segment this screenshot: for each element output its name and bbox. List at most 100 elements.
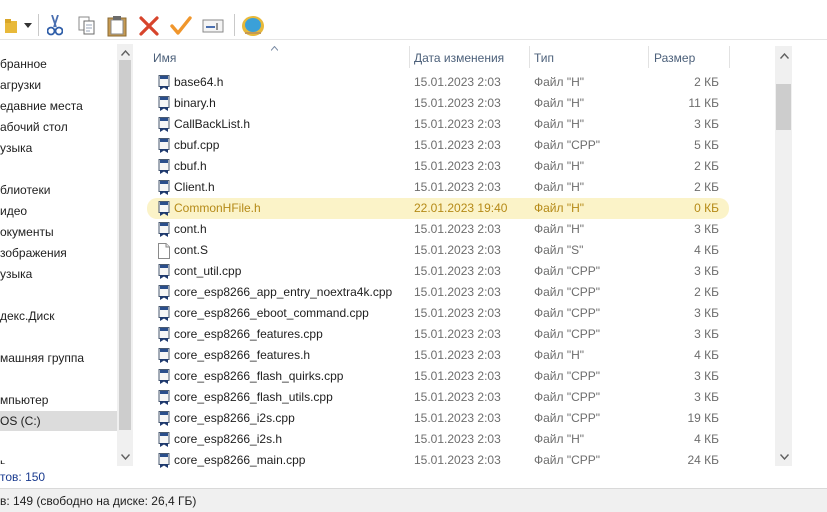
file-type: Файл "H"	[534, 201, 585, 215]
file-size: 2 КБ	[694, 180, 719, 194]
nav-scroll-down-icon[interactable]	[117, 449, 133, 465]
file-date: 22.01.2023 19:40	[414, 201, 508, 215]
nav-item-yandex-disk[interactable]: декс.Диск	[0, 306, 54, 326]
column-separator[interactable]	[409, 46, 410, 68]
file-row[interactable]: CallBackList.h 15.01.2023 2:03 Файл "H" 3 К…	[133, 114, 773, 135]
file-row[interactable]: core_esp8266_flash_quirks.cpp 15.01.2023 …	[133, 366, 773, 387]
source-file-icon	[157, 180, 171, 196]
list-scrollbar-thumb[interactable]	[776, 84, 791, 130]
rename-icon[interactable]	[200, 12, 226, 40]
file-type: Файл "H"	[534, 96, 585, 110]
file-size: 2 КБ	[694, 285, 719, 299]
source-file-icon	[157, 201, 171, 217]
file-date: 15.01.2023 2:03	[414, 159, 501, 173]
file-row[interactable]: core_esp8266_app_entry_noextra4k.cpp 15.0…	[133, 282, 773, 303]
file-row[interactable]: core_esp8266_i2s.cpp 15.01.2023 2:03 Файл …	[133, 408, 773, 429]
file-type: Файл "CPP"	[534, 138, 601, 152]
file-row[interactable]: core_esp8266_main.cpp 15.01.2023 2:03 Файл…	[133, 450, 773, 468]
file-row[interactable]: Client.h 15.01.2023 2:03 Файл "H" 2 КБ	[133, 177, 773, 198]
file-row[interactable]: cbuf.h 15.01.2023 2:03 Файл "H" 2 КБ	[133, 156, 773, 177]
file-type: Файл "CPP"	[534, 411, 601, 425]
file-row[interactable]: core_esp8266_features.h 15.01.2023 2:03 Фа…	[133, 345, 773, 366]
check-icon[interactable]	[168, 12, 194, 40]
column-header-size[interactable]: Размер	[654, 44, 695, 69]
source-file-icon	[157, 75, 171, 91]
file-type: Файл "H"	[534, 222, 585, 236]
source-file-icon	[157, 348, 171, 364]
file-date: 15.01.2023 2:03	[414, 285, 501, 299]
nav-item-network[interactable]: ь	[0, 453, 6, 464]
file-row[interactable]: core_esp8266_features.cpp 15.01.2023 2:03…	[133, 324, 773, 345]
file-size: 19 КБ	[687, 411, 719, 425]
file-size: 3 КБ	[694, 327, 719, 341]
source-file-icon	[157, 96, 171, 112]
list-scroll-up-icon[interactable]	[776, 48, 792, 64]
file-date: 15.01.2023 2:03	[414, 96, 501, 110]
list-scroll-down-icon[interactable]	[776, 449, 792, 465]
file-row[interactable]: core_esp8266_eboot_command.cpp 15.01.2023…	[133, 303, 773, 324]
file-row[interactable]: cont_util.cpp 15.01.2023 2:03 Файл "CPP" 3 …	[133, 261, 773, 282]
nav-item-documents[interactable]: окументы	[0, 222, 54, 242]
nav-scroll-up-icon[interactable]	[117, 45, 133, 61]
file-date: 15.01.2023 2:03	[414, 327, 501, 341]
toolbar	[0, 0, 827, 40]
nav-scrollbar-thumb[interactable]	[119, 60, 131, 430]
column-separator[interactable]	[529, 46, 530, 68]
file-date: 15.01.2023 2:03	[414, 369, 501, 383]
nav-item-libraries[interactable]: блиотеки	[0, 180, 50, 200]
file-date: 15.01.2023 2:03	[414, 117, 501, 131]
nav-item-computer[interactable]: мпьютер	[0, 390, 48, 410]
delete-icon[interactable]	[136, 12, 162, 40]
cut-icon[interactable]	[42, 12, 68, 40]
file-name: core_esp8266_app_entry_noextra4k.cpp	[174, 285, 393, 299]
source-file-icon	[157, 264, 171, 280]
nav-item-homegroup[interactable]: машняя группа	[0, 348, 84, 368]
file-type: Файл "CPP"	[534, 390, 601, 404]
file-type: Файл "H"	[534, 180, 585, 194]
file-date: 15.01.2023 2:03	[414, 390, 501, 404]
nav-item-video[interactable]: идео	[0, 201, 27, 221]
file-row[interactable]: core_esp8266_i2s.h 15.01.2023 2:03 Файл "H…	[133, 429, 773, 450]
nav-item-downloads[interactable]: агрузки	[0, 75, 41, 95]
file-row[interactable]: core_esp8266_flash_utils.cpp 15.01.2023 2…	[133, 387, 773, 408]
file-type: Файл "CPP"	[534, 453, 601, 467]
file-row[interactable]: cont.h 15.01.2023 2:03 Файл "H" 3 КБ	[133, 219, 773, 240]
file-list: Имя Дата изменения Тип Размер base64.h 15…	[133, 44, 827, 468]
file-date: 15.01.2023 2:03	[414, 222, 501, 236]
file-row[interactable]: cbuf.cpp 15.01.2023 2:03 Файл "CPP" 5 КБ	[133, 135, 773, 156]
column-header-name[interactable]: Имя	[153, 44, 176, 69]
nav-item-pictures[interactable]: зображения	[0, 243, 67, 263]
source-file-icon	[157, 390, 171, 406]
column-separator[interactable]	[729, 46, 730, 68]
file-size: 3 КБ	[694, 117, 719, 131]
file-row[interactable]: binary.h 15.01.2023 2:03 Файл "H" 11 КБ	[133, 93, 773, 114]
file-row[interactable]: CommonHFile.h 22.01.2023 19:40 Файл "H" 0 К…	[147, 198, 729, 219]
file-size: 3 КБ	[694, 390, 719, 404]
file-type: Файл "CPP"	[534, 369, 601, 383]
source-file-icon	[157, 453, 171, 468]
file-size: 2 КБ	[694, 75, 719, 89]
paste-icon[interactable]	[104, 12, 130, 40]
column-header-date[interactable]: Дата изменения	[414, 44, 504, 69]
column-separator[interactable]	[648, 46, 649, 68]
source-file-icon	[157, 222, 171, 238]
file-row[interactable]: base64.h 15.01.2023 2:03 Файл "H" 2 КБ	[133, 72, 773, 93]
dropdown-icon[interactable]	[20, 12, 36, 40]
nav-item-favorites[interactable]: бранное	[0, 54, 47, 74]
file-row[interactable]: cont.S 15.01.2023 2:03 Файл "S" 4 КБ	[133, 240, 773, 261]
copy-icon[interactable]	[74, 12, 100, 40]
nav-item-library-music[interactable]: узыка	[0, 264, 32, 284]
file-type: Файл "S"	[534, 243, 584, 257]
nav-item-music[interactable]: узыка	[0, 138, 32, 158]
file-size: 24 КБ	[687, 453, 719, 467]
toolbar-separator	[234, 14, 235, 36]
nav-item-drive-c[interactable]: OS (C:)	[0, 411, 117, 431]
source-file-icon	[157, 117, 171, 133]
file-name: cont.S	[174, 243, 209, 257]
nav-item-desktop[interactable]: абочий стол	[0, 117, 68, 137]
source-file-icon	[157, 369, 171, 385]
status-bar: в: 149 (свободно на диске: 26,4 ГБ)	[0, 488, 827, 512]
nav-item-recent-places[interactable]: едавние места	[0, 96, 83, 116]
column-header-type[interactable]: Тип	[534, 44, 554, 69]
shell-icon[interactable]	[240, 12, 266, 40]
